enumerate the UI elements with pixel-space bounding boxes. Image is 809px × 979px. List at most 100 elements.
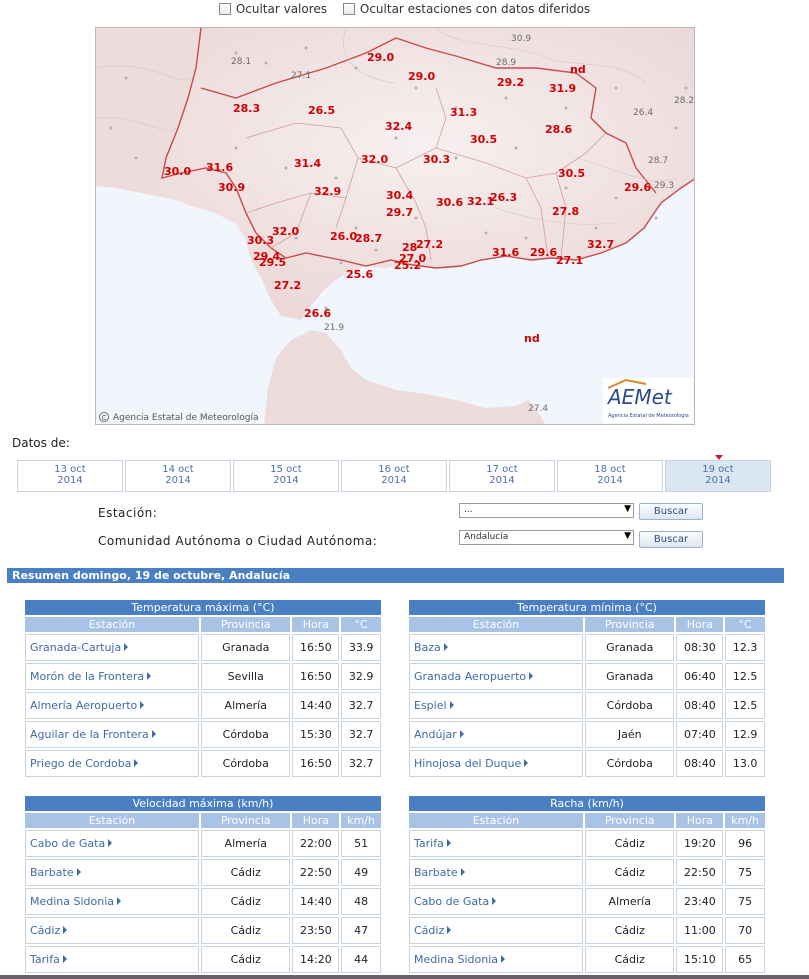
hide-values-checkbox[interactable] <box>218 3 231 15</box>
svg-text:28.3: 28.3 <box>233 102 260 115</box>
time-cell: 14:20 <box>292 946 340 973</box>
province-cell: Granada <box>201 634 291 661</box>
station-name: Baza <box>414 641 441 654</box>
svg-text:27.2: 27.2 <box>416 238 443 251</box>
svg-text:30.9: 30.9 <box>511 34 531 44</box>
value-cell: 12.5 <box>725 692 765 719</box>
value-cell: 44 <box>341 946 381 973</box>
station-name: Andújar <box>414 728 457 741</box>
station-link[interactable]: Baza <box>409 634 583 661</box>
station-link[interactable]: Medina Sidonia <box>25 888 199 915</box>
station-search-button[interactable]: Buscar <box>639 503 703 520</box>
ccaa-search-button[interactable]: Buscar <box>639 531 703 548</box>
svg-text:26.5: 26.5 <box>308 104 335 117</box>
station-link[interactable]: Medina Sidonia <box>409 946 583 973</box>
date-tab-14[interactable]: 14 oct 2014 <box>125 460 231 492</box>
station-name: Cabo de Gata <box>414 895 490 908</box>
table-row: Tarifa Cádiz 19:20 96 <box>409 830 765 857</box>
station-link[interactable]: Cabo de Gata <box>25 830 199 857</box>
table-row: Granada Aeropuerto Granada 06:40 12.5 <box>409 663 765 690</box>
svg-text:29.7: 29.7 <box>386 206 413 219</box>
time-cell: 11:00 <box>676 917 724 944</box>
svg-text:32.7: 32.7 <box>587 238 614 251</box>
station-link[interactable]: Andújar <box>409 721 583 748</box>
hide-deferred-option[interactable]: Ocultar estaciones con datos diferidos <box>342 2 590 16</box>
map-options: Ocultar valores Ocultar estaciones con d… <box>0 2 809 16</box>
province-cell: Granada <box>585 663 675 690</box>
table-row: Cabo de Gata Almería 22:00 51 <box>25 830 381 857</box>
time-cell: 15:30 <box>292 721 340 748</box>
station-link[interactable]: Granada Aeropuerto <box>409 663 583 690</box>
station-link[interactable]: Cabo de Gata <box>409 888 583 915</box>
arrow-right-icon <box>140 701 145 709</box>
date-tab-13[interactable]: 13 oct 2014 <box>17 460 123 492</box>
svg-text:32.9: 32.9 <box>314 185 341 198</box>
temperature-map[interactable]: 30.9 28.1 27.1 28.9 26.4 28.2 28.7 29.3 … <box>95 27 695 425</box>
time-cell: 23:50 <box>292 917 340 944</box>
time-cell: 06:40 <box>676 663 724 690</box>
table-row: Hinojosa del Duque Córdoba 08:40 13.0 <box>409 750 765 777</box>
svg-text:31.4: 31.4 <box>294 157 321 170</box>
station-link[interactable]: Cádiz <box>25 917 199 944</box>
table-row: Baza Granada 08:30 12.3 <box>409 634 765 661</box>
province-cell: Cádiz <box>585 946 675 973</box>
value-cell: 13.0 <box>725 750 765 777</box>
station-link[interactable]: Barbate <box>25 859 199 886</box>
date-tab-15[interactable]: 15 oct 2014 <box>233 460 339 492</box>
time-cell: 16:50 <box>292 634 340 661</box>
station-link[interactable]: Priego de Cordoba <box>25 750 199 777</box>
station-link[interactable]: Hinojosa del Duque <box>409 750 583 777</box>
station-link[interactable]: Morón de la Frontera <box>25 663 199 690</box>
column-header: Hora <box>292 617 340 632</box>
station-name: Priego de Cordoba <box>30 757 132 770</box>
station-link[interactable]: Aguilar de la Frontera <box>25 721 199 748</box>
date-tab-17[interactable]: 17 oct 2014 <box>449 460 555 492</box>
hide-deferred-checkbox[interactable] <box>342 3 355 15</box>
hide-values-label: Ocultar valores <box>235 2 328 16</box>
aemet-logo-sub: Agencia Estatal de Meteorología <box>608 412 689 419</box>
station-link[interactable]: Espiel <box>409 692 583 719</box>
svg-text:C: C <box>102 414 107 422</box>
station-select[interactable]: ... ▼ <box>459 503 634 518</box>
arrow-right-icon <box>151 730 156 738</box>
station-name: Cádiz <box>30 924 61 937</box>
aemet-logo: AEMet <box>606 385 673 409</box>
station-link[interactable]: Cádiz <box>409 917 583 944</box>
time-cell: 15:10 <box>676 946 724 973</box>
time-cell: 08:40 <box>676 692 724 719</box>
column-header: Estación <box>25 617 199 632</box>
column-header: Hora <box>292 813 340 828</box>
value-cell: 75 <box>725 888 765 915</box>
station-name: Granada-Cartuja <box>30 641 122 654</box>
table-caption: Racha (km/h) <box>409 796 765 811</box>
province-cell: Cádiz <box>201 888 291 915</box>
station-link[interactable]: Tarifa <box>25 946 199 973</box>
date-tab-18[interactable]: 18 oct 2014 <box>557 460 663 492</box>
svg-text:30.9: 30.9 <box>218 181 245 194</box>
table-velocidad-maxima: Velocidad máxima (km/h) Estación Provincia… <box>25 796 381 973</box>
svg-text:32.0: 32.0 <box>361 153 388 166</box>
station-name: Medina Sidonia <box>30 895 115 908</box>
svg-text:31.3: 31.3 <box>450 106 477 119</box>
table-row: Medina Sidonia Cádiz 15:10 65 <box>409 946 765 973</box>
date-tab-19-selected[interactable]: 19 oct 2014 <box>665 455 771 492</box>
date-year: 2014 <box>705 475 731 486</box>
column-header: Hora <box>676 813 724 828</box>
svg-text:29.6: 29.6 <box>624 181 651 194</box>
station-link[interactable]: Tarifa <box>409 830 583 857</box>
svg-text:28.1: 28.1 <box>231 57 251 67</box>
value-cell: 96 <box>725 830 765 857</box>
date-year: 2014 <box>381 475 407 486</box>
date-year: 2014 <box>597 475 623 486</box>
province-cell: Granada <box>585 634 675 661</box>
date-tab-16[interactable]: 16 oct 2014 <box>341 460 447 492</box>
time-cell: 14:40 <box>292 692 340 719</box>
ccaa-select[interactable]: Andalucía ▼ <box>459 530 634 545</box>
station-link[interactable]: Almería Aeropuerto <box>25 692 199 719</box>
hide-values-option[interactable]: Ocultar valores <box>218 2 331 16</box>
station-link[interactable]: Barbate <box>409 859 583 886</box>
svg-text:30.0: 30.0 <box>164 165 191 178</box>
station-link[interactable]: Granada-Cartuja <box>25 634 199 661</box>
svg-text:28.7: 28.7 <box>355 232 382 245</box>
column-header: Provincia <box>585 813 675 828</box>
